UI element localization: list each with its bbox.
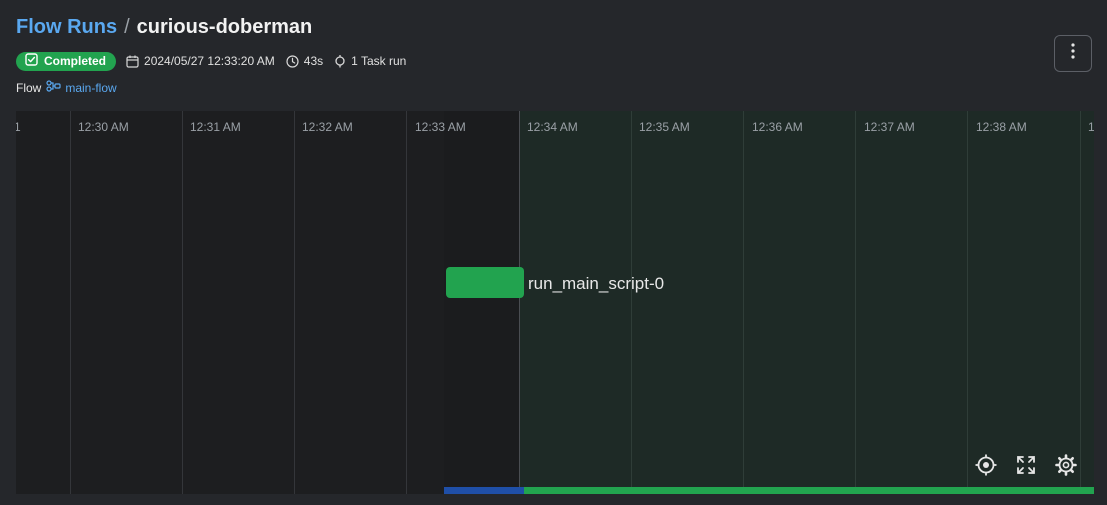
clock-icon — [286, 54, 299, 68]
calendar-icon — [126, 55, 139, 68]
fullscreen-button[interactable] — [1014, 455, 1038, 479]
flow-name: main-flow — [65, 80, 117, 95]
page-title: curious-doberman — [136, 16, 313, 38]
flow-run-meta: Completed 2024/05/27 12:33:20 AM 43s 1 T… — [16, 51, 417, 71]
timeline-minimap-viewport[interactable] — [444, 487, 524, 494]
status-label: Completed — [44, 54, 107, 68]
more-actions-button[interactable] — [1054, 35, 1092, 72]
check-square-icon — [25, 53, 38, 69]
timeline-minimap-run[interactable] — [524, 487, 1094, 494]
timeline-tick-label: 12:32 AM — [302, 120, 353, 134]
timeline-gridline — [70, 111, 71, 494]
timeline-tick-label: 1 — [1088, 120, 1094, 134]
duration: 43s — [286, 54, 323, 68]
task-run-label[interactable]: run_main_script-0 — [528, 274, 664, 294]
timeline-tick-label: 12:30 AM — [78, 120, 129, 134]
flow-label: Flow — [16, 80, 42, 95]
task-run-count[interactable]: 1 Task run — [334, 54, 406, 68]
task-run-bar[interactable] — [446, 267, 524, 298]
start-time: 2024/05/27 12:33:20 AM — [126, 54, 275, 68]
timeline-gridline — [631, 111, 632, 494]
breadcrumb-separator: / — [124, 16, 130, 38]
more-vertical-icon — [1071, 43, 1075, 64]
timeline-tick-label: 12:38 AM — [976, 120, 1027, 134]
duration-value: 43s — [303, 54, 324, 68]
timeline-gridline — [855, 111, 856, 494]
timeline-gridline — [294, 111, 295, 494]
settings-button[interactable] — [1054, 453, 1078, 481]
start-time-value: 2024/05/27 12:33:20 AM — [144, 54, 275, 68]
breadcrumb-flow-runs-link[interactable]: Flow Runs — [16, 16, 117, 39]
flow-run-timeline[interactable]: 1 12:30 AM 12:31 AM 12:32 AM 12:33 AM 12… — [16, 111, 1094, 494]
timeline-run-region — [444, 111, 520, 494]
timeline-future-region — [520, 111, 1094, 494]
timeline-gridline — [1080, 111, 1081, 494]
task-run-count-value: 1 Task run — [351, 54, 407, 68]
fullscreen-icon — [1016, 455, 1036, 480]
breadcrumb: Flow Runs / curious-doberman — [16, 16, 312, 39]
recenter-icon — [975, 454, 997, 481]
timeline-now-line — [519, 111, 520, 494]
timeline-gridline — [743, 111, 744, 494]
timeline-tick-label: 12:33 AM — [415, 120, 466, 134]
timeline-tick-label: 12:34 AM — [527, 120, 578, 134]
timeline-gridline — [406, 111, 407, 494]
flow-icon — [46, 80, 61, 95]
timeline-gridline — [967, 111, 968, 494]
flow-link[interactable]: main-flow — [46, 80, 117, 95]
settings-gear-icon — [1055, 453, 1077, 481]
timeline-tick-label: 12:31 AM — [190, 120, 241, 134]
timeline-tick-label: 12:36 AM — [752, 120, 803, 134]
flow-info: Flow main-flow — [16, 80, 117, 95]
flow-run-page: Flow Runs / curious-doberman Completed 2… — [0, 0, 1107, 505]
timeline-tick-label: 1 — [16, 120, 21, 134]
timeline-tick-label: 12:35 AM — [639, 120, 690, 134]
status-badge: Completed — [16, 51, 117, 71]
recenter-button[interactable] — [974, 454, 998, 481]
timeline-gridline — [182, 111, 183, 494]
task-run-icon — [334, 54, 346, 68]
timeline-tick-label: 12:37 AM — [864, 120, 915, 134]
